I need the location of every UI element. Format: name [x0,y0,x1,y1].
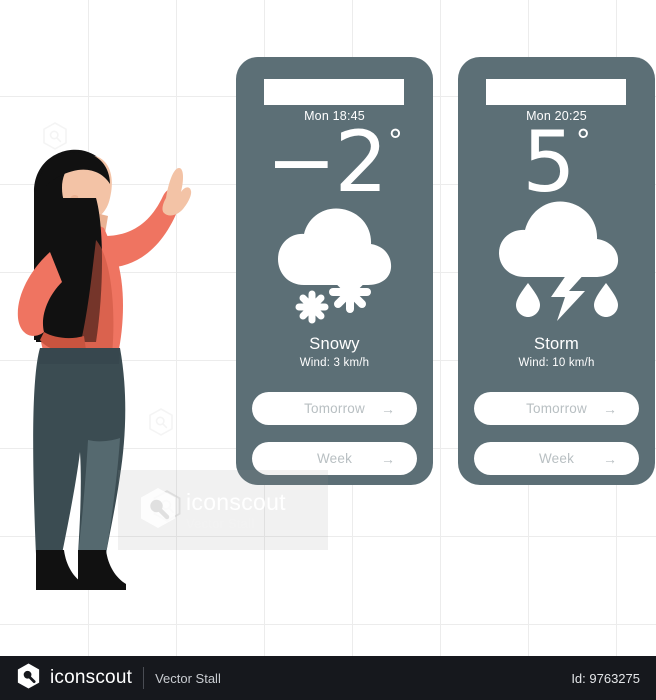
status-bar-notch [486,79,626,105]
illustration-canvas: Mon 18:45 −2 ° Snowy Wind: 3 km/h Tomorr… [0,0,656,656]
wind-label: Wind: 10 km/h [518,357,595,369]
footer-divider [143,667,145,689]
degree-symbol: ° [575,124,591,159]
weather-card-storm[interactable]: Mon 20:25 5 ° Storm Wind: 10 km/h Tomorr… [458,57,655,485]
watermark-brand: iconscout [186,488,286,515]
arrow-right-icon: → [381,450,395,467]
lightning-bolt [550,271,587,321]
week-button[interactable]: Week → [474,442,639,475]
watermark-text: iconscout Vector Stall [186,488,286,531]
grid-line-horizontal [0,624,656,625]
footer-id-label: Id: 9763275 [571,670,640,686]
wind-label: Wind: 3 km/h [299,357,370,369]
shoe-left [36,550,84,590]
footer-brand-group: iconscout [16,662,132,695]
status-bar-notch [264,79,404,105]
condition-label: Snowy [309,335,360,353]
iconscout-hex-logo-icon [138,486,178,535]
week-button-label: Week [538,451,575,466]
footer-bar: iconscout Vector Stall Id: 9763275 [0,656,656,700]
snowflake-small [295,290,328,324]
tomorrow-button[interactable]: Tomorrow → [474,392,639,425]
week-button-label: Week [316,451,353,466]
watermark-author: Vector Stall [186,515,255,531]
arrow-right-icon: → [603,450,617,467]
raindrop-right [593,283,618,317]
iconscout-hex-logo-icon [16,662,41,695]
degree-symbol: ° [387,124,403,159]
tomorrow-button-label: Tomorrow [526,401,587,416]
cloud-snow-icon [236,189,433,329]
tomorrow-button-label: Tomorrow [304,401,365,416]
arrow-right-icon: → [603,400,617,417]
tomorrow-button[interactable]: Tomorrow → [252,392,417,425]
footer-brand-label: iconscout [50,667,133,688]
waistband [39,348,120,364]
cloud-lightning-rain-icon [458,187,655,327]
snowflake-large [328,271,371,313]
condition-label: Storm [533,335,579,353]
cloud-shape [277,208,391,285]
footer-author-label: Vector Stall [155,670,221,686]
center-watermark: iconscout Vector Stall [118,470,328,550]
cloud-shape [498,201,618,277]
arrow-right-icon: → [381,400,395,417]
grid-line-vertical [440,0,441,656]
raindrop-left [515,283,540,317]
shoe-right [78,550,126,590]
weather-card-snowy[interactable]: Mon 18:45 −2 ° Snowy Wind: 3 km/h Tomorr… [236,57,433,485]
